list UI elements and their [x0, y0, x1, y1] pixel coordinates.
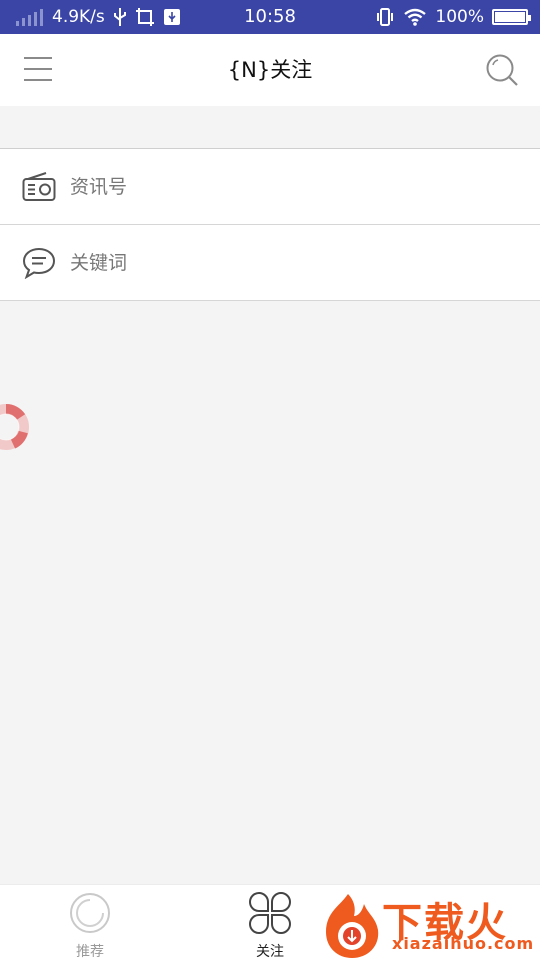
status-bar: 4.9K/s 10:58 100% [0, 0, 540, 34]
four-leaf-icon [249, 892, 291, 934]
tab-recommend[interactable]: 推荐 [0, 885, 180, 960]
radio-icon [22, 172, 56, 201]
battery-percent: 100% [435, 7, 484, 27]
circle-icon [70, 893, 110, 933]
tab-label: 推荐 [76, 944, 104, 960]
flame-logo-icon [326, 894, 379, 958]
subscription-list: 资讯号 关键词 [0, 148, 540, 301]
wifi-icon [404, 8, 427, 26]
search-icon[interactable] [484, 52, 520, 88]
watermark-url: xiazaihuo.com [392, 934, 535, 953]
list-item-label: 关键词 [70, 252, 128, 274]
vibrate-icon [377, 8, 394, 26]
status-right: 100% [375, 0, 531, 34]
list-item-keywords[interactable]: 关键词 [0, 225, 540, 301]
battery-icon [492, 9, 531, 25]
app-header: {N}关注 [0, 34, 540, 106]
list-item-news-accounts[interactable]: 资讯号 [0, 149, 540, 225]
list-item-label: 资讯号 [70, 176, 128, 198]
watermark-logo: 下载火 xiazaihuo.com [318, 890, 540, 960]
lifebuoy-icon[interactable] [0, 402, 30, 452]
speech-bubble-icon [22, 247, 56, 279]
page-title: {N}关注 [227, 58, 313, 82]
